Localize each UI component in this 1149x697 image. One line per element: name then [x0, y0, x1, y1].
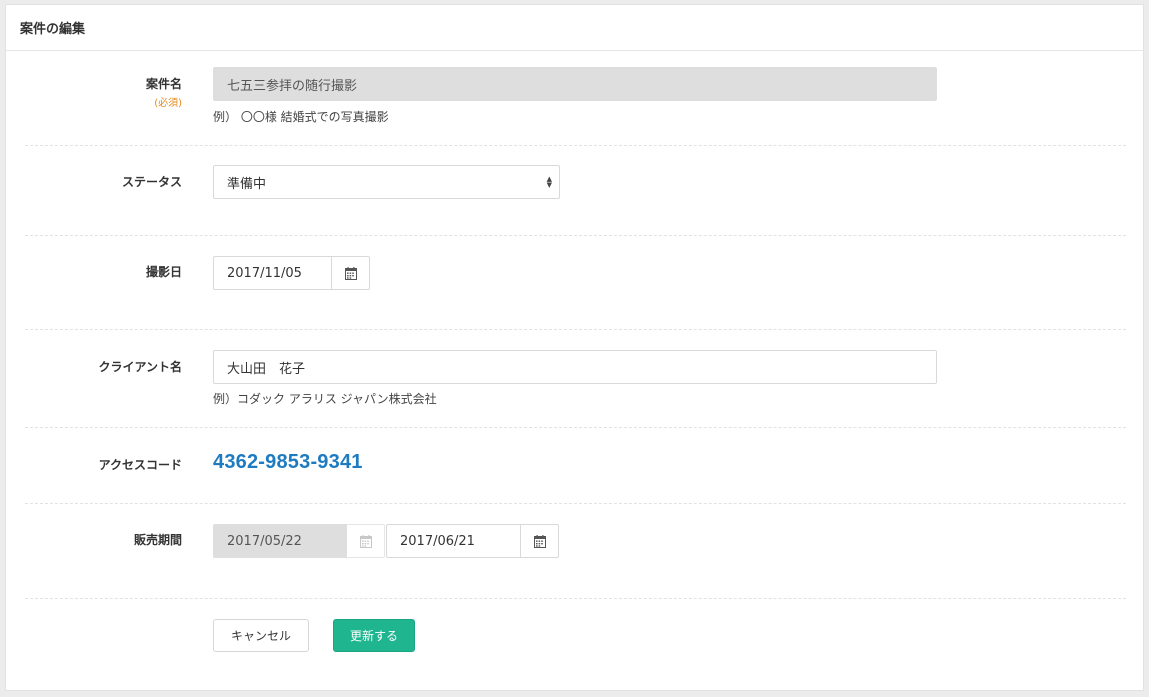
- calendar-icon: [533, 534, 546, 548]
- required-badge: (必須): [154, 98, 182, 109]
- sales-start-input[interactable]: 2017/05/22: [213, 524, 347, 558]
- client-name-input[interactable]: 大山田 花子: [213, 350, 937, 384]
- client-name-help: 例）コダック アラリス ジャパン株式会社: [213, 392, 437, 406]
- divider: [25, 145, 1126, 146]
- status-label: ステータス: [121, 175, 182, 189]
- sales-end-calendar-button[interactable]: [521, 524, 559, 558]
- divider: [25, 598, 1126, 599]
- shoot-date-label: 撮影日: [145, 265, 182, 279]
- sales-start-calendar-button: [347, 524, 385, 558]
- case-name-label: 案件名: [145, 77, 182, 91]
- select-arrows-icon: ▲ ▼: [546, 175, 552, 189]
- status-select[interactable]: 準備中 ▲ ▼: [213, 165, 560, 199]
- client-name-label: クライアント名: [98, 360, 182, 374]
- sales-period-label: 販売期間: [133, 533, 182, 547]
- case-name-input[interactable]: 七五三参拝の随行撮影: [213, 67, 937, 101]
- sales-end-input[interactable]: 2017/06/21: [386, 524, 521, 558]
- divider: [25, 427, 1126, 428]
- divider: [25, 235, 1126, 236]
- cancel-button[interactable]: キャンセル: [213, 619, 309, 652]
- access-code-label: アクセスコード: [98, 458, 182, 472]
- calendar-icon: [359, 534, 372, 548]
- divider: [25, 329, 1126, 330]
- status-selected-value: 準備中: [227, 176, 267, 192]
- panel-header: 案件の編集: [6, 5, 1143, 51]
- shoot-date-input[interactable]: 2017/11/05: [213, 256, 332, 290]
- panel-title: 案件の編集: [20, 22, 86, 37]
- edit-case-panel: 案件の編集 案件名 (必須) 七五三参拝の随行撮影 例） 〇〇様 結婚式での写真…: [5, 4, 1144, 691]
- update-button[interactable]: 更新する: [333, 619, 415, 652]
- calendar-icon: [344, 266, 357, 280]
- divider: [25, 503, 1126, 504]
- access-code-value: 4362-9853-9341: [213, 451, 363, 473]
- case-name-help: 例） 〇〇様 結婚式での写真撮影: [213, 110, 389, 124]
- shoot-date-calendar-button[interactable]: [332, 256, 370, 290]
